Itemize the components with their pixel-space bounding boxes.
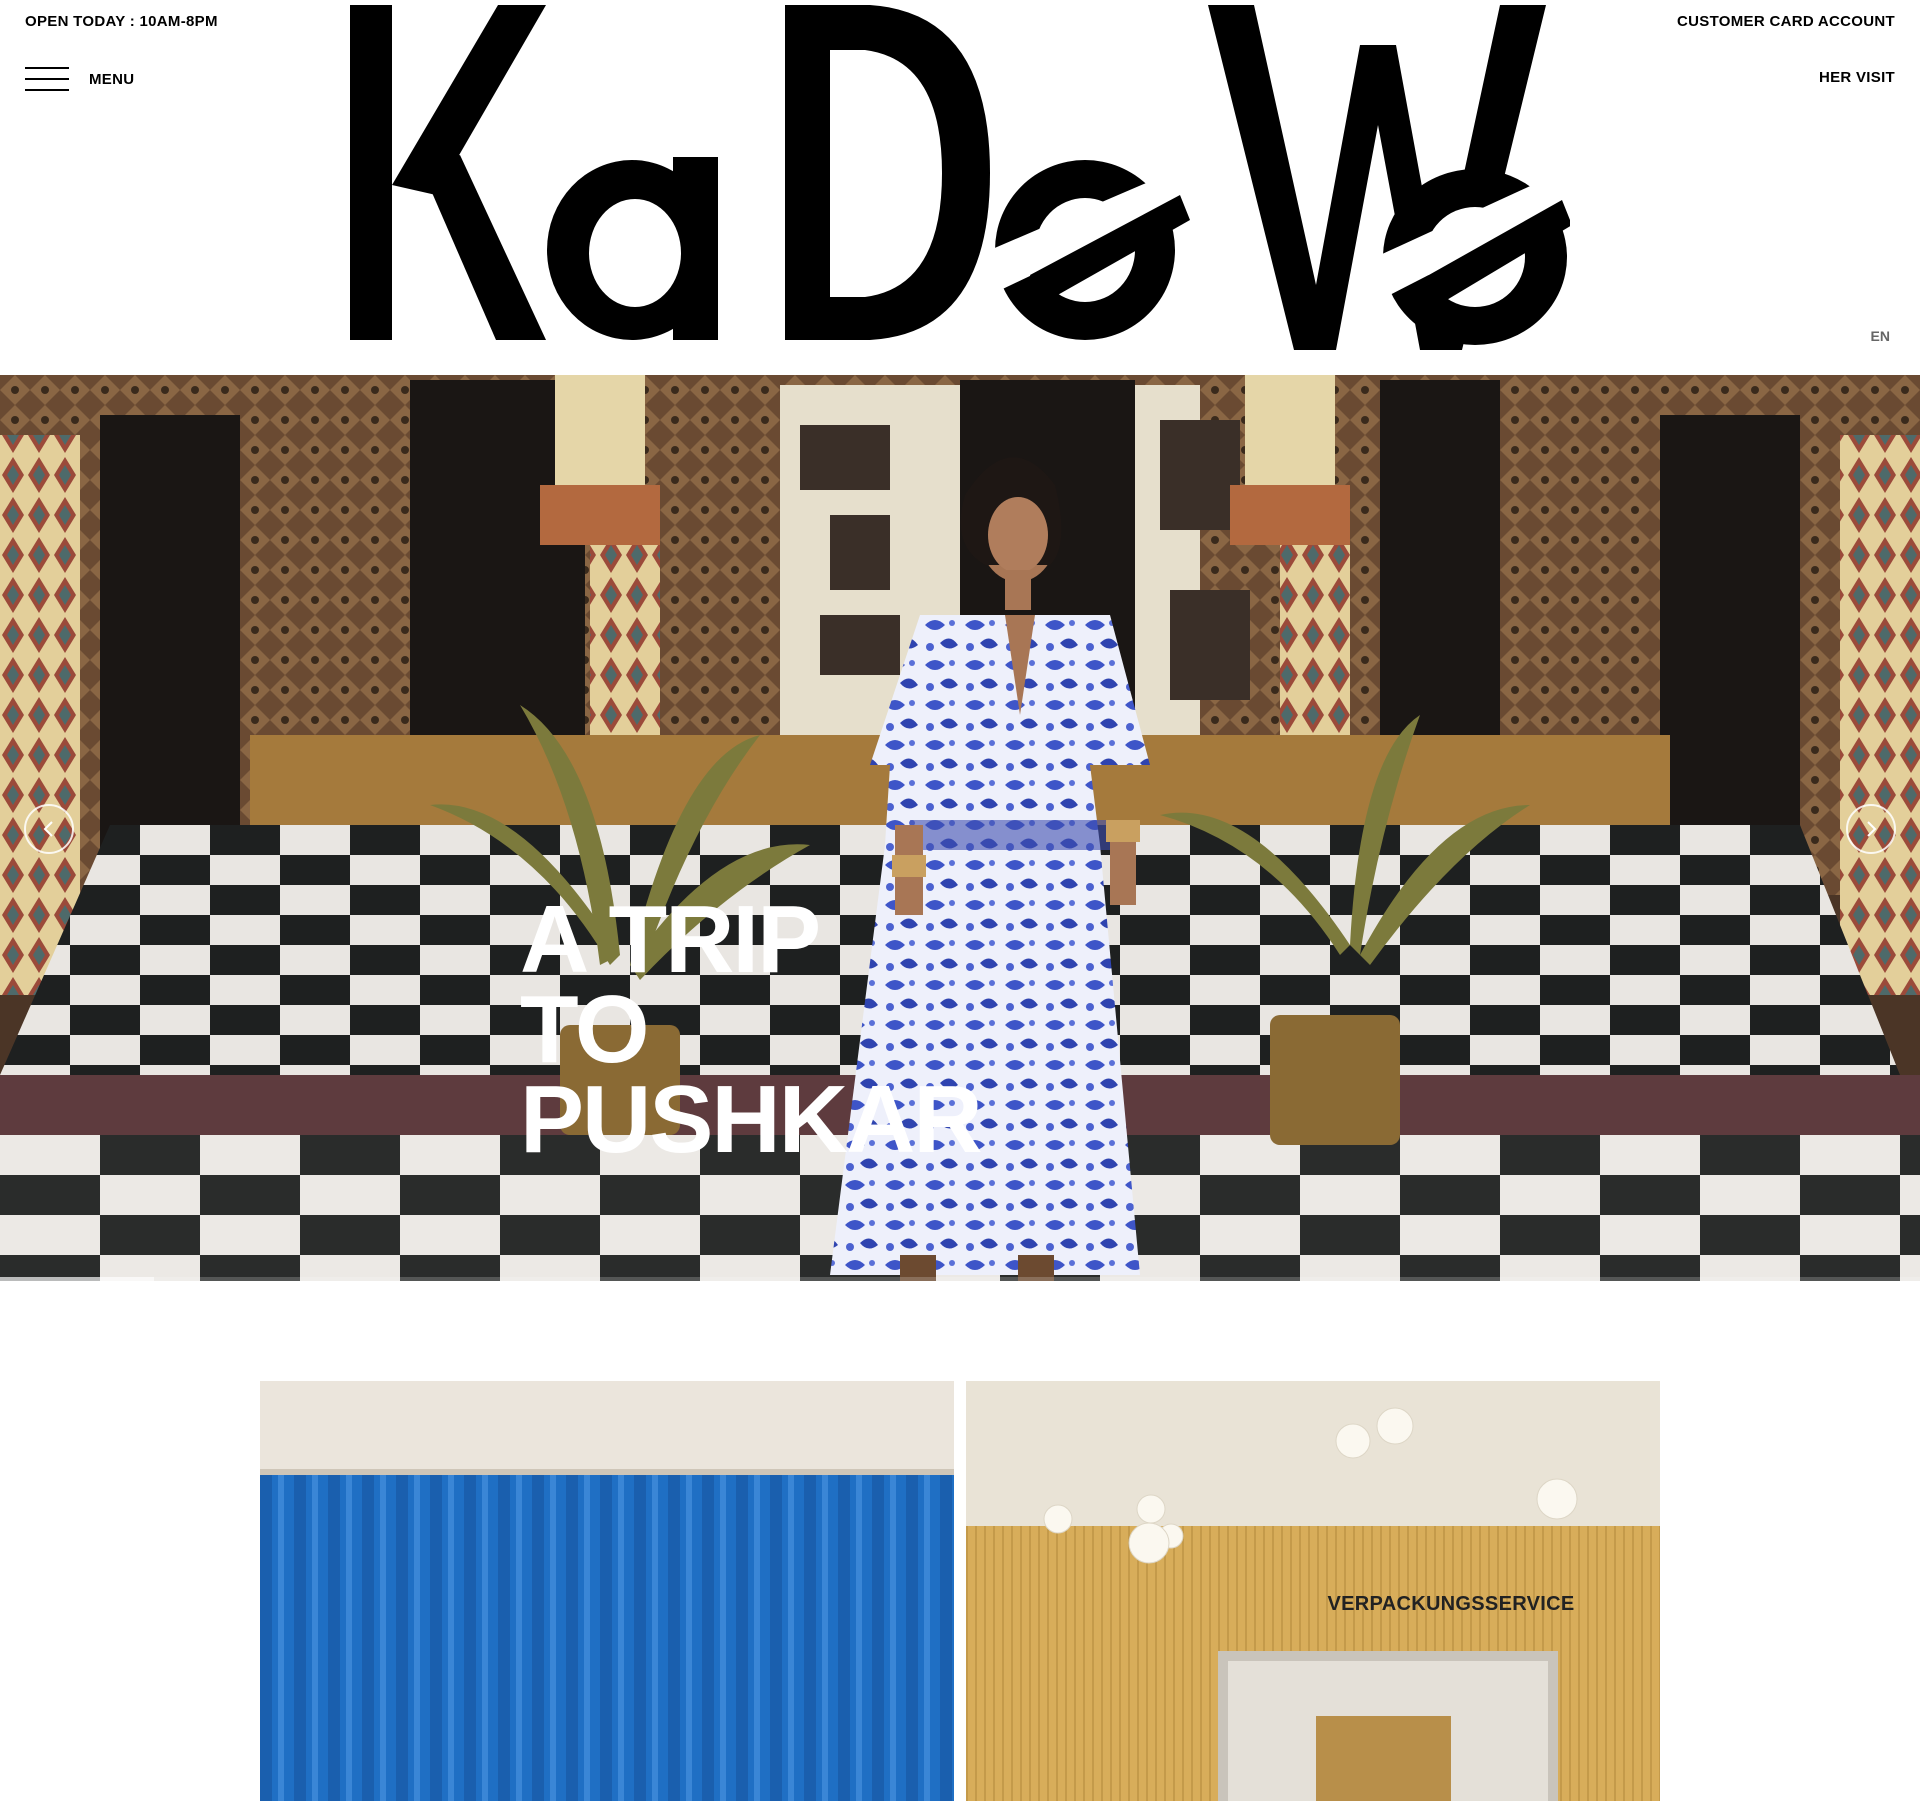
- packaging-service-tile[interactable]: VERPACKUNGSSERVICE: [966, 1381, 1660, 1801]
- carousel-next-button[interactable]: [1846, 804, 1896, 854]
- site-header: OPEN TODAY : 10AM-8PM CUSTOMER CARD ACCO…: [0, 0, 1920, 375]
- hero-title-line: TO: [520, 976, 650, 1083]
- carousel-progress-bar: [0, 1277, 1920, 1281]
- packaging-service-sign: VERPACKUNGSSERVICE: [1327, 1593, 1575, 1615]
- hero-carousel: A TRIP TO PUSHKAR: [0, 375, 1920, 1281]
- kadewe-logo[interactable]: [350, 5, 1570, 350]
- chevron-right-icon: [1867, 821, 1877, 837]
- curtain-image: [260, 1381, 954, 1801]
- her-visit-link[interactable]: HER VISIT: [1819, 69, 1895, 86]
- chevron-left-icon: [43, 821, 53, 837]
- customer-card-account-link[interactable]: CUSTOMER CARD ACCOUNT: [1677, 13, 1895, 30]
- language-switcher[interactable]: EN: [1871, 328, 1890, 344]
- hero-title-line: PUSHKAR: [520, 1066, 983, 1173]
- packaging-service-image: [966, 1381, 1660, 1801]
- hero-title-line: A TRIP: [520, 886, 821, 993]
- carousel-progress-fill: [0, 1277, 154, 1281]
- blue-curtain-tile[interactable]: [260, 1381, 954, 1801]
- menu-label: MENU: [89, 70, 135, 88]
- menu-button[interactable]: MENU: [25, 64, 134, 94]
- carousel-prev-button[interactable]: [24, 804, 74, 854]
- hamburger-icon: [25, 65, 69, 93]
- hero-title[interactable]: A TRIP TO PUSHKAR: [520, 886, 983, 1173]
- opening-hours: OPEN TODAY : 10AM-8PM: [25, 13, 218, 30]
